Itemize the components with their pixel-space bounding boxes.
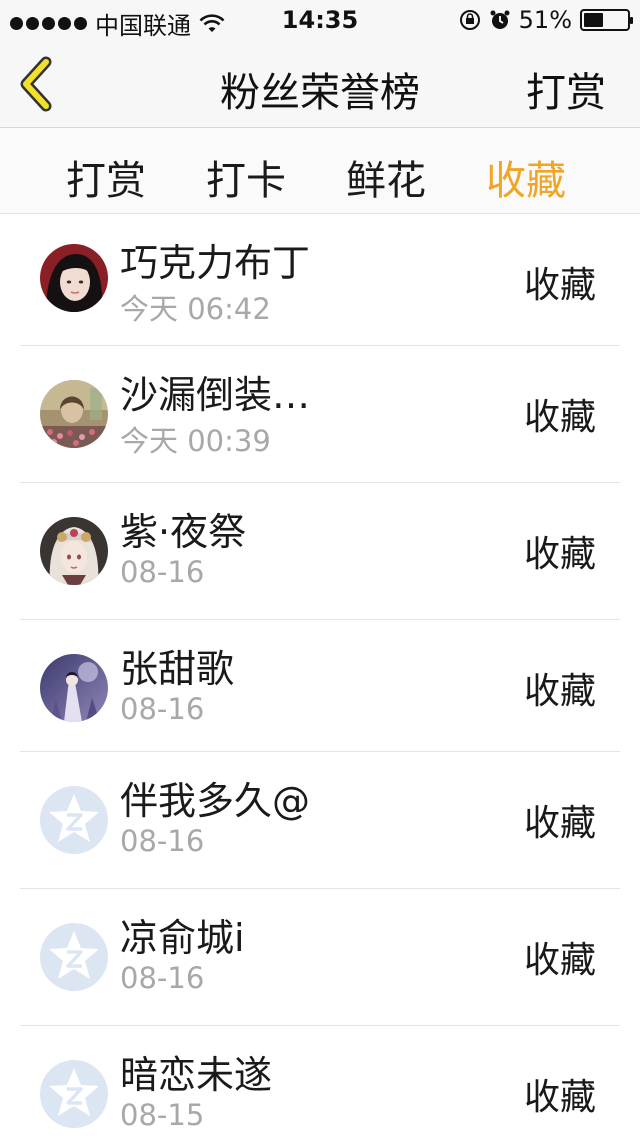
list-item[interactable]: 暗恋未遂 08-15 收藏 xyxy=(0,1026,640,1136)
fan-time: 08-16 xyxy=(120,961,205,995)
avatar xyxy=(40,654,108,722)
action-type: 收藏 xyxy=(523,265,596,306)
fan-name: 凉俞城i xyxy=(120,916,245,960)
app-screen: 中国联通 14:35 51% 粉丝荣誉榜 打赏 打赏 打卡 鲜花 收藏 巧克力布… xyxy=(0,0,640,1136)
default-star-avatar xyxy=(40,1060,108,1128)
action-type: 收藏 xyxy=(523,534,596,575)
list-item[interactable]: 沙漏倒装… 今天 00:39 收藏 xyxy=(0,346,640,483)
fan-time: 08-16 xyxy=(120,555,205,589)
fan-name: 沙漏倒装… xyxy=(120,373,311,417)
action-type: 收藏 xyxy=(523,940,596,981)
action-type: 收藏 xyxy=(523,397,596,438)
fan-time: 08-16 xyxy=(120,692,205,726)
battery-icon xyxy=(580,9,633,31)
fan-time: 今天 00:39 xyxy=(120,424,271,458)
action-type: 收藏 xyxy=(523,671,596,712)
action-type: 收藏 xyxy=(523,1077,596,1118)
default-star-avatar xyxy=(40,786,108,854)
tab-flowers[interactable]: 鲜花 xyxy=(346,148,426,206)
avatar xyxy=(40,380,108,448)
tab-checkin[interactable]: 打卡 xyxy=(206,148,286,206)
list-item[interactable]: 张甜歌 08-16 收藏 xyxy=(0,620,640,752)
alarm-icon xyxy=(490,10,510,29)
rotation-lock-icon xyxy=(459,10,480,30)
purple-photo-avatar xyxy=(40,654,108,722)
girl-photo-avatar xyxy=(40,244,108,312)
avatar xyxy=(40,244,108,312)
tab-favorites[interactable]: 收藏 xyxy=(486,148,566,206)
tab-bar: 打赏 打卡 鲜花 收藏 xyxy=(0,128,640,214)
avatar xyxy=(40,517,108,585)
fan-list: 巧克力布丁 今天 06:42 收藏 沙漏倒装… 今天 00:39 收藏 紫·夜祭… xyxy=(0,214,640,1136)
fan-name: 张甜歌 xyxy=(120,647,235,691)
fan-time: 08-15 xyxy=(120,1098,205,1132)
fan-name: 伴我多久@ xyxy=(120,779,311,823)
status-bar: 中国联通 14:35 51% xyxy=(0,0,640,40)
battery-fill xyxy=(584,13,604,27)
flowers-photo-avatar xyxy=(40,380,108,448)
anime-photo-avatar xyxy=(40,517,108,585)
list-item[interactable]: 伴我多久@ 08-16 收藏 xyxy=(0,752,640,889)
battery-percent: 51% xyxy=(518,6,572,34)
tab-reward[interactable]: 打赏 xyxy=(66,148,146,206)
list-item[interactable]: 紫·夜祭 08-16 收藏 xyxy=(0,483,640,620)
fan-name: 巧克力布丁 xyxy=(120,241,311,285)
reward-button[interactable]: 打赏 xyxy=(526,60,606,118)
nav-bar: 粉丝荣誉榜 打赏 xyxy=(0,40,640,128)
fan-time: 08-16 xyxy=(120,824,205,858)
fan-time: 今天 06:42 xyxy=(120,292,271,326)
avatar xyxy=(40,786,108,854)
avatar xyxy=(40,1060,108,1128)
list-item[interactable]: 巧克力布丁 今天 06:42 收藏 xyxy=(0,214,640,346)
status-right: 51% xyxy=(459,6,633,34)
avatar xyxy=(40,923,108,991)
fan-name: 紫·夜祭 xyxy=(120,510,247,554)
fan-name: 暗恋未遂 xyxy=(120,1053,273,1097)
list-item[interactable]: 凉俞城i 08-16 收藏 xyxy=(0,889,640,1026)
action-type: 收藏 xyxy=(523,803,596,844)
default-star-avatar xyxy=(40,923,108,991)
